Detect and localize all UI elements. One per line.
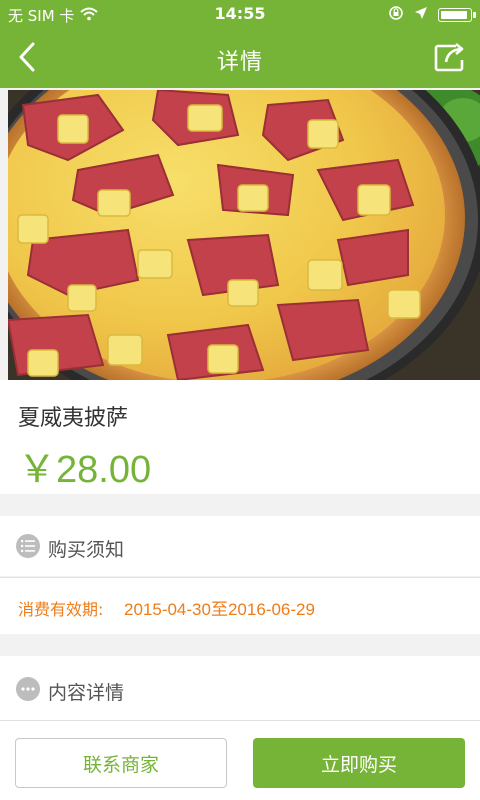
status-right (388, 5, 476, 25)
more-dots-icon (16, 677, 40, 701)
contact-merchant-button[interactable]: 联系商家 (15, 738, 227, 788)
share-icon (434, 42, 466, 76)
battery-icon (438, 8, 476, 22)
bottom-action-bar: 联系商家 立即购买 (0, 720, 480, 800)
purchase-notice-label: 购买须知 (48, 539, 125, 561)
content-detail-header[interactable]: 内容详情 (0, 656, 480, 720)
purchase-notice-header[interactable]: 购买须知 (0, 516, 480, 576)
nav-bar: 详情 (0, 30, 480, 88)
page-title: 详情 (216, 50, 263, 75)
validity-label: 消费有效期: (18, 600, 104, 619)
validity-row: 消费有效期: 2015-04-30至2016-06-29 (0, 578, 480, 634)
product-image (8, 90, 480, 380)
product-info: 夏威夷披萨 ￥28.00 (0, 380, 480, 494)
location-icon (414, 6, 428, 24)
rotation-lock-icon (388, 5, 404, 25)
validity-value: 2015-04-30至2016-06-29 (124, 600, 315, 619)
list-icon (16, 534, 40, 558)
status-bar: 无 SIM 卡 14:55 (0, 0, 480, 30)
buy-now-button[interactable]: 立即购买 (253, 738, 465, 788)
content-detail-label: 内容详情 (48, 682, 125, 704)
share-button[interactable] (432, 41, 468, 77)
product-name: 夏威夷披萨 (18, 406, 129, 431)
product-price: ￥28.00 (18, 449, 152, 491)
battery-fill (441, 11, 467, 19)
